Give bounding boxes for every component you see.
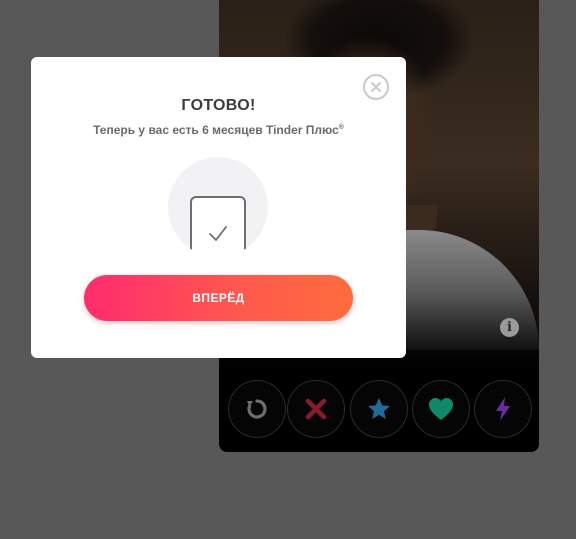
like-button[interactable]: [412, 380, 470, 438]
rewind-button[interactable]: [228, 380, 286, 438]
star-icon: [368, 398, 390, 419]
modal-subtitle: Теперь у вас есть 6 месяцев Tinder Плюс®: [31, 123, 406, 137]
info-icon[interactable]: i: [500, 318, 519, 337]
modal-title: ГОТОВО!: [181, 97, 256, 114]
subscription-success-modal: ГОТОВО! Теперь у вас есть 6 месяцев Tind…: [31, 57, 406, 358]
registered-mark: ®: [338, 124, 344, 131]
heart-icon: [429, 398, 453, 420]
rewind-icon: [247, 399, 267, 419]
nope-button[interactable]: [287, 380, 345, 438]
action-bar: [219, 380, 539, 440]
checkbox-check-icon: [190, 196, 246, 257]
lightning-icon: [496, 397, 510, 421]
x-icon: [305, 398, 327, 420]
modal-subtitle-text: Теперь у вас есть 6 месяцев Tinder Плюс: [93, 123, 339, 137]
success-illustration: [168, 157, 268, 257]
close-icon: [371, 82, 381, 92]
continue-button[interactable]: ВПЕРЁД: [84, 275, 353, 321]
super-like-button[interactable]: [350, 380, 408, 438]
boost-button[interactable]: [474, 380, 532, 438]
